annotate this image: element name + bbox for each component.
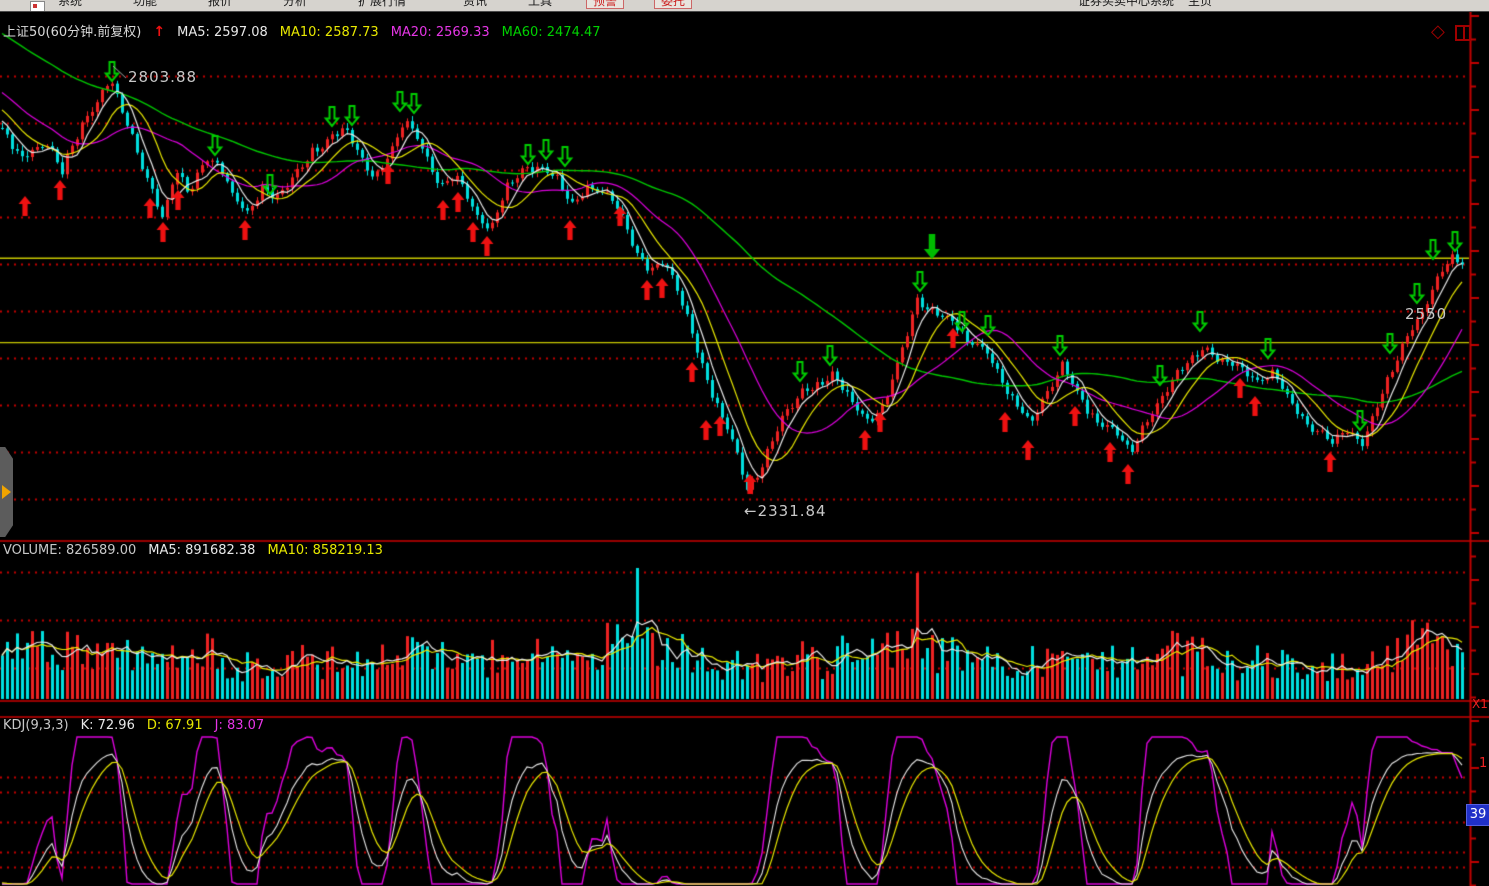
menu-item-extended[interactable]: 扩展行情: [358, 0, 406, 8]
kdj-axis-label: 1: [1479, 756, 1487, 771]
menu-item-function[interactable]: 功能: [133, 0, 157, 8]
main-chart-header: 上证50(60分钟.前复权) ↑ MA5: 2597.08 MA10: 2587…: [3, 21, 601, 40]
menu-home-link[interactable]: 主页: [1188, 0, 1212, 8]
trading-app-window: 系统 功能 报价 分析 扩展行情 资讯 工具 预警 委托 证券买卖中心系统 主页…: [0, 0, 1489, 886]
sidebar-flyout-handle[interactable]: [0, 447, 13, 537]
ma10-value: MA10: 2587.73: [280, 25, 379, 40]
ma60-value: MA60: 2474.47: [502, 25, 601, 40]
menu-item-news[interactable]: 资讯: [463, 0, 487, 8]
low-price-label: ←2331.84: [744, 502, 827, 520]
menu-right-text: 证券买卖中心系统: [1078, 0, 1174, 8]
kdj-k-value: K: 72.96: [81, 718, 135, 733]
kdj-j-value: J: 83.07: [215, 718, 265, 733]
high-price-label: 2803.88: [128, 68, 197, 86]
level-price-label: 2550: [1405, 305, 1447, 323]
volume-pane-header: VOLUME: 826589.00 MA5: 891682.38 MA10: 8…: [3, 543, 383, 558]
volume-value: VOLUME: 826589.00: [3, 543, 136, 558]
expand-arrow-icon: [2, 485, 11, 499]
menu-item-quote[interactable]: 报价: [208, 0, 232, 8]
menu-item-order[interactable]: 委托: [654, 0, 692, 9]
split-window-icon[interactable]: [1455, 25, 1471, 41]
trend-up-arrow-icon: ↑: [153, 24, 165, 40]
volume-ma5-value: MA5: 891682.38: [148, 543, 255, 558]
chart-canvas[interactable]: [0, 0, 1489, 886]
app-icon[interactable]: [30, 1, 45, 12]
menu-item-system[interactable]: 系统: [58, 0, 82, 8]
menu-item-analysis[interactable]: 分析: [283, 0, 307, 8]
volume-ma10-value: MA10: 858219.13: [267, 543, 382, 558]
diamond-tool-icon[interactable]: ◇: [1431, 21, 1445, 42]
menu-item-alert[interactable]: 预警: [586, 0, 624, 9]
menu-bar: 系统 功能 报价 分析 扩展行情 资讯 工具 预警 委托 证券买卖中心系统 主页: [0, 0, 1489, 12]
kdj-pane-header: KDJ(9,3,3) K: 72.96 D: 67.91 J: 83.07: [3, 718, 264, 733]
ma20-value: MA20: 2569.33: [391, 25, 490, 40]
kdj-params: KDJ(9,3,3): [3, 718, 69, 733]
kdj-value-box: 39: [1466, 804, 1489, 826]
ma5-value: MA5: 2597.08: [177, 25, 268, 40]
chart-title: 上证50(60分钟.前复权): [3, 21, 141, 40]
menu-item-tools[interactable]: 工具: [528, 0, 552, 8]
kdj-d-value: D: 67.91: [147, 718, 203, 733]
volume-axis-unit: X1: [1472, 697, 1488, 711]
